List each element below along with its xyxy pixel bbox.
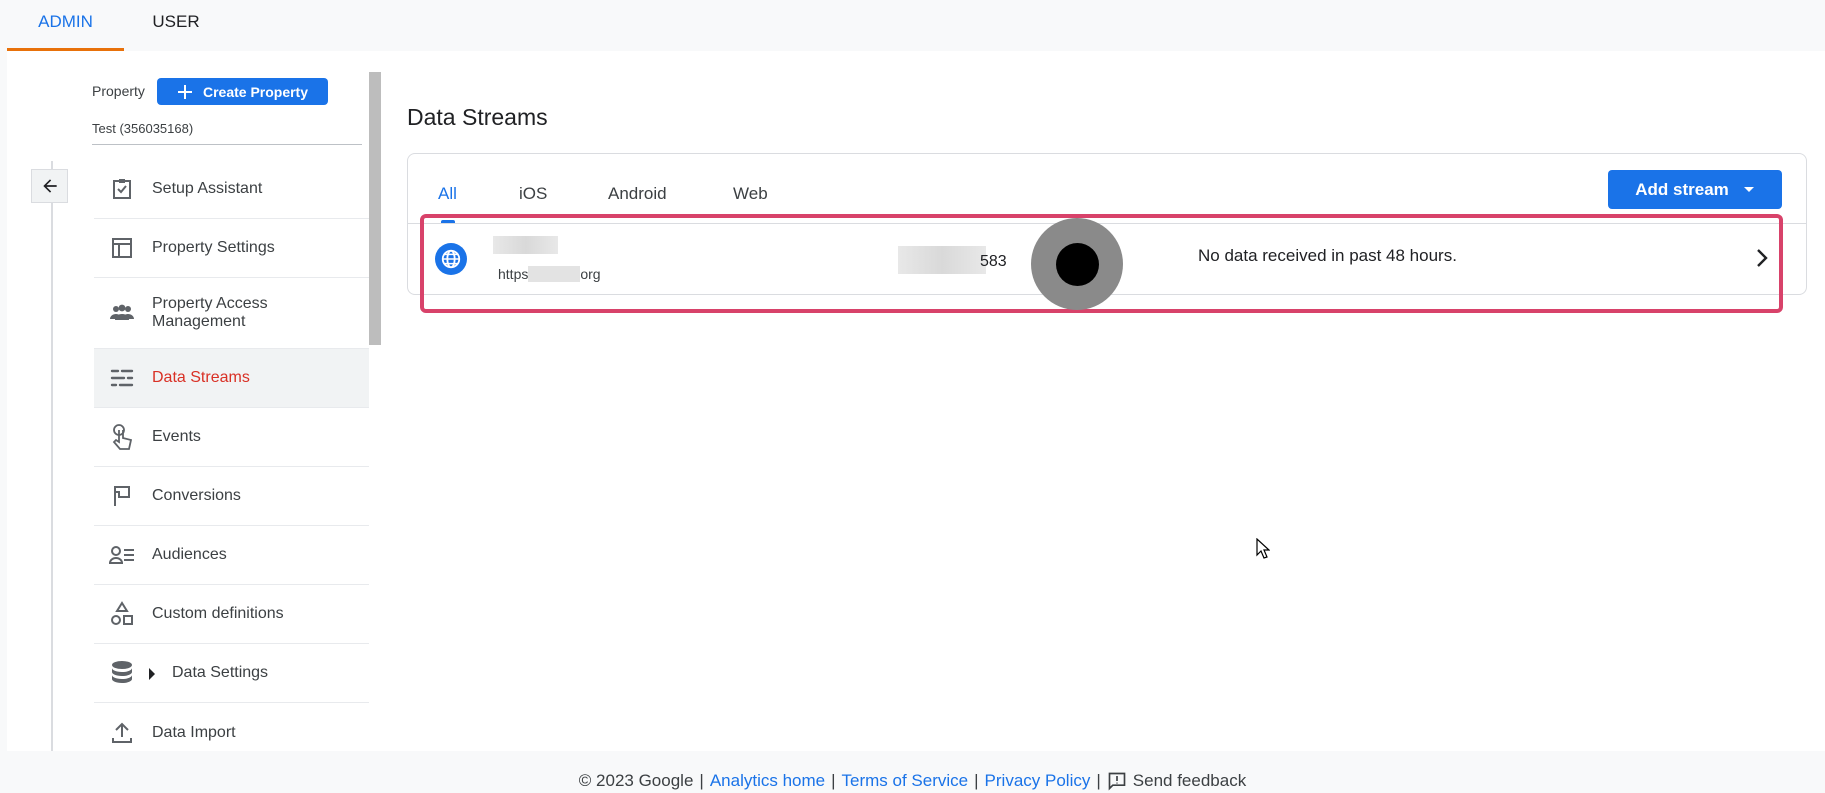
chevron-right-icon [1757,249,1768,267]
feedback-icon [1108,772,1126,791]
sidebar-item-custom-definitions[interactable]: Custom definitions [94,585,369,644]
tab-web[interactable]: Web [733,184,768,204]
send-feedback-button[interactable]: Send feedback [1107,771,1246,791]
sidebar-item-conversions[interactable]: Conversions [94,467,369,526]
sidebar-item-label: Audiences [152,546,227,563]
footer-separator: | [974,770,979,790]
click-marker [1031,218,1123,310]
people-icon [109,300,135,326]
footer-copyright: © 2023 Google [578,770,694,790]
layout-icon [109,235,135,261]
privacy-policy-link[interactable]: Privacy Policy [985,771,1091,791]
mouse-cursor-icon [1256,538,1270,559]
sidebar-item-label: Custom definitions [152,605,284,622]
stream-url-suffix: org [580,266,601,282]
footer-separator: | [1096,770,1101,790]
caret-down-icon [1743,186,1754,192]
sidebar-item-data-streams[interactable]: Data Streams [94,349,369,408]
redacted-stream-name [493,236,558,254]
property-name[interactable]: Test (356035168) [92,121,193,136]
sidebar-item-property-access-management[interactable]: Property Access Management [94,278,369,349]
touch-icon [109,424,135,450]
upload-icon [109,720,135,746]
database-icon [109,660,135,686]
tab-user[interactable]: USER [124,0,228,51]
redacted-stream-id [898,246,986,274]
sidebar-scrollbar[interactable] [369,72,381,345]
audience-icon [109,542,135,568]
property-select-underline [92,144,362,145]
footer-separator: | [699,770,704,790]
add-stream-label: Add stream [1635,179,1729,199]
flag-icon [109,483,135,509]
sidebar-item-data-import[interactable]: Data Import [94,703,369,762]
shapes-icon [109,601,135,627]
terms-of-service-link[interactable]: Terms of Service [842,771,969,791]
footer: © 2023 Google | Analytics home | Terms o… [0,768,1825,793]
stream-id: 583 [898,246,1007,274]
create-property-label: Create Property [202,83,309,100]
checklist-icon [109,176,135,202]
back-button[interactable] [31,169,68,203]
sidebar-item-label: Setup Assistant [152,180,263,197]
streams-icon [109,365,135,391]
sidebar-item-label: Data Settings [172,664,269,681]
stream-url: https org [498,266,601,282]
stream-url-prefix: https [498,266,529,282]
sidebar-item-label: Property Access Management [152,295,268,330]
footer-separator: | [831,770,836,790]
admin-panel: Property Create Property Test (356035168… [7,51,1825,751]
expand-arrow-icon[interactable] [147,667,157,685]
sidebar-divider [51,161,53,751]
tab-admin[interactable]: ADMIN [7,0,124,51]
arrow-left-icon [42,179,57,193]
add-stream-button[interactable]: Add stream [1608,170,1782,209]
sidebar-item-audiences[interactable]: Audiences [94,526,369,585]
sidebar-item-property-settings[interactable]: Property Settings [94,219,369,278]
sidebar-item-label: Data Streams [152,369,250,386]
redacted-url [528,266,581,282]
sidebar-item-label: Data Import [152,723,236,741]
sidebar-item-label: Events [152,428,201,445]
sidebar-item-setup-assistant[interactable]: Setup Assistant [94,160,369,219]
plus-icon [177,84,192,99]
top-tab-bar: ADMIN USER [0,0,1825,51]
sidebar-item-data-settings[interactable]: Data Settings [94,644,369,703]
analytics-home-link[interactable]: Analytics home [710,771,825,791]
property-label: Property [92,83,145,99]
sidebar-item-label: Property Settings [152,239,275,256]
page-title: Data Streams [407,104,548,130]
tab-android[interactable]: Android [608,184,667,204]
stream-status: No data received in past 48 hours. [1198,246,1457,265]
send-feedback-label: Send feedback [1132,770,1247,790]
sidebar-item-label: Conversions [152,487,241,504]
globe-icon [435,243,467,275]
stream-id-suffix: 583 [980,253,1007,270]
create-property-button[interactable]: Create Property [157,78,328,105]
tab-ios[interactable]: iOS [519,184,547,204]
tab-all[interactable]: All [438,184,457,204]
sidebar-item-events[interactable]: Events [94,408,369,467]
